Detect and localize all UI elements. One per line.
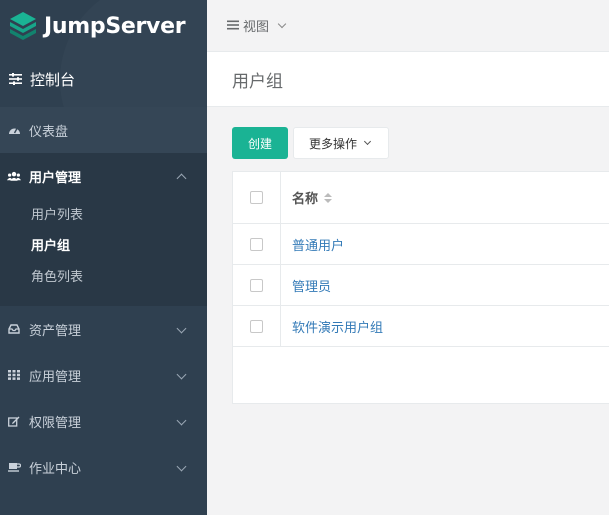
main-content: 创建 更多操作 名称 普通用户 管理员 软件演示用户组 xyxy=(207,107,609,515)
chevron-up-icon xyxy=(176,173,187,184)
chevron-down-icon xyxy=(363,137,372,146)
row-name-link[interactable]: 软件演示用户组 xyxy=(281,317,383,336)
sidebar-item-jobs[interactable]: 作业中心 xyxy=(0,444,207,490)
chevron-down-icon xyxy=(176,461,187,472)
sidebar-console-label: 控制台 xyxy=(30,72,76,89)
coffee-icon xyxy=(7,462,21,472)
row-check-cell xyxy=(233,224,281,264)
row-checkbox[interactable] xyxy=(250,319,263,333)
edit-icon xyxy=(7,416,21,427)
view-dropdown[interactable]: 视图 xyxy=(227,16,287,35)
hamburger-icon xyxy=(227,18,239,33)
sidebar-item-assets[interactable]: 资产管理 xyxy=(0,306,207,352)
sidebar-item-dashboard[interactable]: 仪表盘 xyxy=(0,107,207,153)
create-button[interactable]: 创建 xyxy=(232,127,288,159)
row-name-link[interactable]: 普通用户 xyxy=(281,235,344,254)
jumpserver-logo-icon xyxy=(10,12,36,40)
row-checkbox[interactable] xyxy=(250,278,263,292)
select-all-checkbox[interactable] xyxy=(250,191,263,204)
sidebar-item-label: 权限管理 xyxy=(29,414,82,430)
row-checkbox[interactable] xyxy=(250,237,263,251)
user-group-table: 名称 普通用户 管理员 软件演示用户组 xyxy=(232,171,609,404)
brand-logo[interactable]: JumpServer xyxy=(0,0,207,52)
header-check-cell xyxy=(233,172,281,223)
sidebar-item-label: 资产管理 xyxy=(29,322,82,338)
inbox-icon xyxy=(7,324,21,334)
sidebar-subitem-user-groups[interactable]: 用户组 xyxy=(31,230,207,261)
users-icon xyxy=(7,171,21,182)
users-submenu: 用户列表 用户组 角色列表 xyxy=(0,199,207,306)
more-actions-label: 更多操作 xyxy=(309,136,358,151)
chevron-down-icon xyxy=(176,369,187,380)
chevron-down-icon xyxy=(176,323,187,334)
sidebar-item-applications[interactable]: 应用管理 xyxy=(0,352,207,398)
sidebar-subitem-user-list[interactable]: 用户列表 xyxy=(31,199,207,230)
row-check-cell xyxy=(233,265,281,305)
more-actions-dropdown[interactable]: 更多操作 xyxy=(293,127,389,159)
sidebar-item-label: 仪表盘 xyxy=(29,123,69,139)
sidebar-item-label: 用户管理 xyxy=(29,169,82,185)
sort-icon[interactable] xyxy=(324,192,333,203)
table-row: 软件演示用户组 xyxy=(233,306,609,347)
brand-name: JumpServer xyxy=(44,13,186,39)
table-header: 名称 xyxy=(233,172,609,224)
sidebar-console[interactable]: 控制台 xyxy=(0,52,207,107)
table-row: 管理员 xyxy=(233,265,609,306)
grid-icon xyxy=(7,370,21,380)
chevron-down-icon xyxy=(176,415,187,426)
row-check-cell xyxy=(233,306,281,346)
sidebar-item-users[interactable]: 用户管理 xyxy=(0,153,207,199)
sidebar-item-label: 作业中心 xyxy=(29,460,82,476)
page-title: 用户组 xyxy=(207,52,609,107)
top-navbar: 视图 xyxy=(207,0,609,52)
sidebar-subitem-role-list[interactable]: 角色列表 xyxy=(31,261,207,292)
sliders-icon xyxy=(9,72,23,88)
view-label: 视图 xyxy=(243,19,270,34)
name-column-header[interactable]: 名称 xyxy=(281,188,333,207)
row-name-link[interactable]: 管理员 xyxy=(281,276,331,295)
chevron-down-icon xyxy=(277,19,287,28)
sidebar-item-permissions[interactable]: 权限管理 xyxy=(0,398,207,444)
table-row: 普通用户 xyxy=(233,224,609,265)
sidebar: JumpServer 控制台 仪表盘 用户管理 用户列表 用户组 角色列表 资产… xyxy=(0,0,207,515)
sidebar-item-label: 应用管理 xyxy=(29,368,82,384)
name-column-label: 名称 xyxy=(292,191,319,206)
dashboard-icon xyxy=(7,125,21,136)
